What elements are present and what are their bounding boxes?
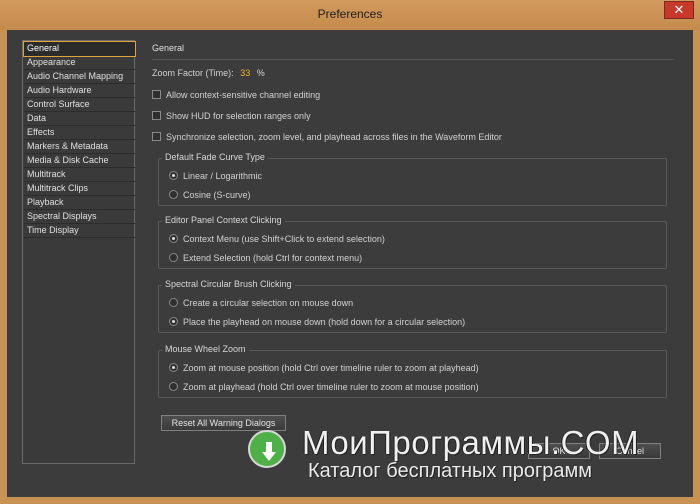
fade-curve-group: Default Fade Curve Type Linear / Logarit… [158,152,667,206]
category-item-appearance[interactable]: Appearance [24,56,135,70]
watermark: МоиПрограммы.COM Каталог бесплатных прог… [248,424,678,486]
category-item-media-disk-cache[interactable]: Media & Disk Cache [24,154,135,168]
extend-selection-option[interactable]: Extend Selection (hold Ctrl for context … [169,253,362,264]
wheel-zoom-group-title: Mouse Wheel Zoom [162,344,249,354]
zoom-playhead-label: Zoom at playhead (hold Ctrl over timelin… [183,382,479,392]
sync-selection-checkbox[interactable] [152,132,161,141]
context-menu-option[interactable]: Context Menu (use Shift+Click to extend … [169,234,385,245]
zoom-factor-unit: % [256,68,265,78]
context-menu-radio[interactable] [169,234,178,243]
fade-cosine-radio[interactable] [169,190,178,199]
category-item-effects[interactable]: Effects [24,126,135,140]
fade-cosine-label: Cosine (S-curve) [183,190,251,200]
sync-selection-option[interactable]: Synchronize selection, zoom level, and p… [152,132,502,144]
zoom-factor-label: Zoom Factor (Time): [152,68,234,78]
category-item-multitrack[interactable]: Multitrack [24,168,135,182]
context-channel-editing-label: Allow context-sensitive channel editing [166,90,321,100]
show-hud-option[interactable]: Show HUD for selection ranges only [152,111,311,123]
zoom-factor-value[interactable]: 33 [240,68,250,78]
close-button[interactable]: ✕ [664,1,694,19]
watermark-title: МоиПрограммы.COM [302,424,640,461]
zoom-mouse-position-label: Zoom at mouse position (hold Ctrl over t… [183,363,479,373]
circular-selection-option[interactable]: Create a circular selection on mouse dow… [169,298,353,309]
circular-selection-radio[interactable] [169,298,178,307]
category-item-data[interactable]: Data [24,112,135,126]
title-bar: Preferences ✕ [0,0,700,30]
extend-selection-radio[interactable] [169,253,178,262]
show-hud-label: Show HUD for selection ranges only [166,111,311,121]
zoom-mouse-position-radio[interactable] [169,363,178,372]
watermark-subtitle: Каталог бесплатных программ [308,460,593,482]
context-clicking-group-title: Editor Panel Context Clicking [162,215,285,225]
fade-linear-label: Linear / Logarithmic [183,171,263,181]
context-channel-editing-checkbox[interactable] [152,90,161,99]
heading-divider [152,59,674,60]
place-playhead-option[interactable]: Place the playhead on mouse down (hold d… [169,317,465,328]
category-item-general[interactable]: General [23,41,136,57]
context-clicking-group: Editor Panel Context Clicking Context Me… [158,215,667,269]
sync-selection-label: Synchronize selection, zoom level, and p… [166,132,502,142]
zoom-playhead-option[interactable]: Zoom at playhead (hold Ctrl over timelin… [169,382,479,393]
fade-linear-radio[interactable] [169,171,178,180]
download-icon [248,430,286,468]
context-menu-label: Context Menu (use Shift+Click to extend … [183,234,385,244]
category-item-spectral-displays[interactable]: Spectral Displays [24,210,135,224]
category-item-audio-channel-mapping[interactable]: Audio Channel Mapping [24,70,135,84]
category-item-control-surface[interactable]: Control Surface [24,98,135,112]
category-item-markers-metadata[interactable]: Markers & Metadata [24,140,135,154]
wheel-zoom-group: Mouse Wheel Zoom Zoom at mouse position … [158,344,667,398]
category-item-playback[interactable]: Playback [24,196,135,210]
brush-clicking-group-title: Spectral Circular Brush Clicking [162,279,295,289]
zoom-factor-row: Zoom Factor (Time): 33 % [152,68,265,78]
brush-clicking-group: Spectral Circular Brush Clicking Create … [158,279,667,333]
place-playhead-label: Place the playhead on mouse down (hold d… [183,317,466,327]
panel-heading: General [152,43,185,53]
fade-cosine-option[interactable]: Cosine (S-curve) [169,190,251,201]
context-channel-editing-option[interactable]: Allow context-sensitive channel editing [152,90,320,102]
zoom-mouse-position-option[interactable]: Zoom at mouse position (hold Ctrl over t… [169,363,479,374]
show-hud-checkbox[interactable] [152,111,161,120]
fade-linear-option[interactable]: Linear / Logarithmic [169,171,262,182]
circular-selection-label: Create a circular selection on mouse dow… [183,298,354,308]
category-list: General Appearance Audio Channel Mapping… [22,40,136,464]
category-item-time-display[interactable]: Time Display [24,224,135,238]
extend-selection-label: Extend Selection (hold Ctrl for context … [183,253,363,263]
general-panel: General Zoom Factor (Time): 33 % Allow c… [145,40,680,490]
category-item-audio-hardware[interactable]: Audio Hardware [24,84,135,98]
category-item-multitrack-clips[interactable]: Multitrack Clips [24,182,135,196]
download-arrow-icon [262,442,276,461]
place-playhead-radio[interactable] [169,317,178,326]
window-title: Preferences [317,7,383,21]
zoom-playhead-radio[interactable] [169,382,178,391]
fade-curve-group-title: Default Fade Curve Type [162,152,268,162]
